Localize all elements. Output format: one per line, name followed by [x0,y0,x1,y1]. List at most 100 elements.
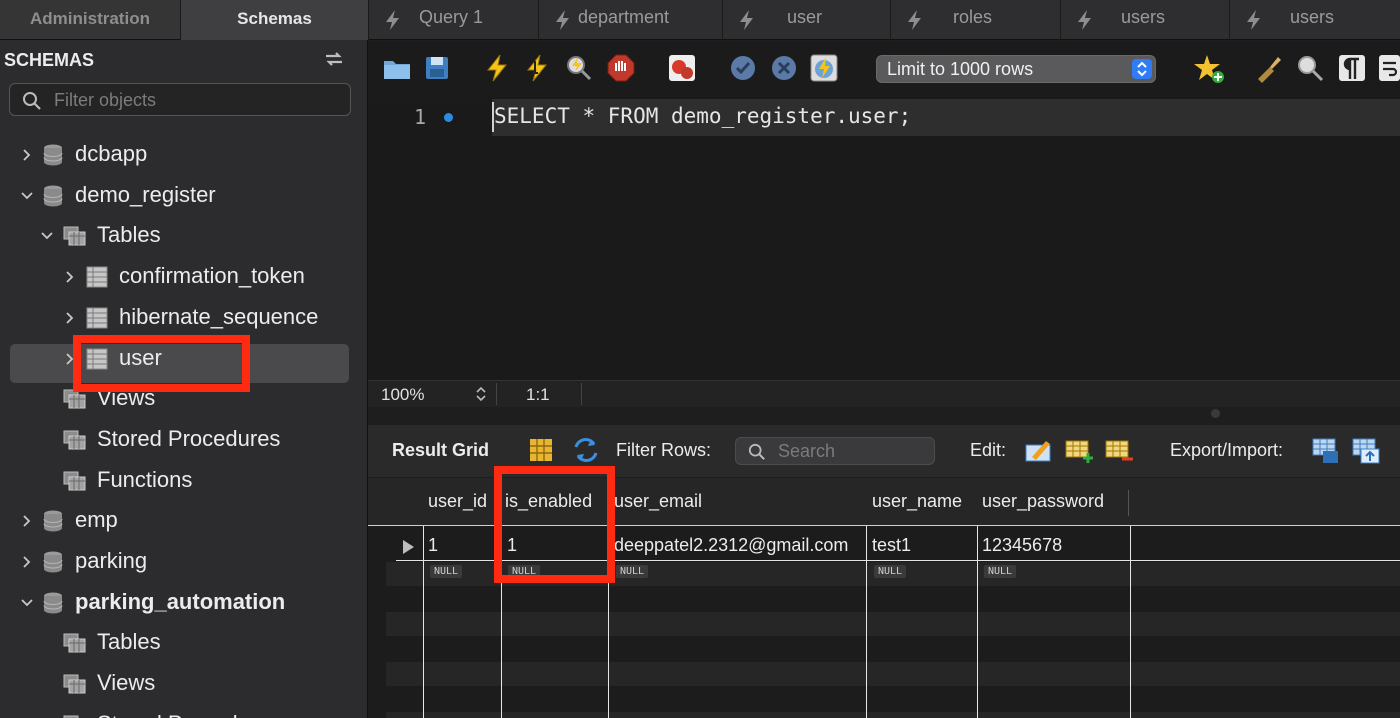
grid-stripe [386,712,1400,718]
execute-current-icon[interactable] [522,53,552,83]
schema-tree-item[interactable]: dcbapp [0,135,360,173]
lightning-icon [386,10,399,30]
schema-tree-item[interactable]: Tables [0,623,360,661]
insert-row-icon[interactable] [1064,435,1094,465]
refresh-icon[interactable] [322,48,346,70]
column-separator [866,526,867,718]
null-badge[interactable]: NULL [616,565,649,578]
delete-row-icon[interactable] [1104,435,1134,465]
cell-user-id[interactable]: 1 [428,535,438,556]
filter-objects-box[interactable] [9,83,351,116]
wrap-lines-icon[interactable] [1377,53,1400,83]
export-import-label: Export/Import: [1170,440,1284,460]
tab-label: roles [953,7,993,27]
import-icon[interactable] [1351,435,1381,465]
null-badge[interactable]: NULL [430,565,463,578]
column-separator [1130,526,1131,718]
null-badge[interactable]: NULL [984,565,1017,578]
column-header-user-name[interactable]: user_name [872,491,962,512]
zoom-stepper-icon[interactable] [474,384,488,404]
execute-icon[interactable] [482,53,512,83]
splitter-handle[interactable] [1211,409,1220,418]
grid-view-icon[interactable] [528,435,554,465]
schema-tree-item[interactable]: Stored Procedures [0,420,360,458]
schema-tree-item[interactable]: confirmation_token [0,257,360,295]
find-icon[interactable] [1295,53,1325,83]
database-icon [43,185,63,207]
filter-rows-input[interactable] [778,441,928,461]
editor-gutter: 1 [368,97,488,380]
chevron-down-icon[interactable] [40,229,54,243]
lightning-icon [908,10,921,30]
cell-user-name[interactable]: test1 [872,535,911,556]
tree-item-label: dcbapp [75,141,148,166]
toggle-error-stop-icon[interactable] [667,53,697,83]
tab-users[interactable]: users [1060,0,1229,40]
refresh-results-icon[interactable] [571,435,601,465]
tab-department[interactable]: department [538,0,722,40]
edit-row-icon[interactable] [1024,435,1054,465]
tab-schemas[interactable]: Schemas [181,0,368,40]
stop-icon[interactable] [606,53,636,83]
edit-label: Edit: [970,440,1007,460]
schema-tree-item[interactable]: Views [0,664,360,702]
chevron-down-icon[interactable] [20,189,34,203]
chevron-right-icon[interactable] [20,514,34,528]
invisible-chars-icon[interactable] [1337,53,1367,83]
tab-administration[interactable]: Administration [0,0,181,40]
column-header-user-id[interactable]: user_id [428,491,487,512]
cell-user-password[interactable]: 12345678 [982,535,1062,556]
commit-icon[interactable] [728,53,758,83]
schema-tree-item[interactable]: parking_automation [0,583,360,621]
column-header-user-email[interactable]: user_email [614,491,702,512]
folder-group-icon [63,471,86,491]
lightning-icon [556,10,569,30]
search-icon [748,443,765,460]
filter-objects-input[interactable] [54,89,344,111]
table-icon [86,307,108,329]
export-icon[interactable] [1311,435,1341,465]
tab-label: users [1290,7,1335,27]
schema-tree-item[interactable]: Tables [0,216,360,254]
tab-query-1[interactable]: Query 1 [368,0,538,40]
beautify-icon[interactable] [1254,53,1284,83]
row-limit-select[interactable]: Limit to 1000 rows [876,55,1156,83]
save-icon[interactable] [422,53,452,83]
chevron-right-icon[interactable] [63,311,77,325]
tree-item-label: Functions [97,466,193,492]
explain-icon[interactable] [564,53,594,83]
schema-tree-item[interactable]: Functions [0,461,360,499]
chevron-right-icon[interactable] [20,555,34,569]
folder-group-icon [63,674,86,694]
chevron-down-icon[interactable] [20,596,34,610]
schema-tree-item[interactable]: hibernate_sequence [0,298,360,336]
column-header-user-password[interactable]: user_password [982,491,1104,512]
autocommit-icon[interactable] [809,53,839,83]
tab-roles[interactable]: roles [890,0,1060,40]
tree-item-label: Tables [97,629,161,655]
result-grid-label[interactable]: Result Grid [392,440,489,461]
tree-item-label: Views [97,670,156,696]
schema-tree-item[interactable]: Stored Procedures [0,705,360,718]
schema-tree-item[interactable]: parking [0,542,360,580]
schema-tree-item[interactable]: demo_register [0,176,360,214]
rollback-icon[interactable] [769,53,799,83]
annotation-highlight-is-enabled [494,466,615,583]
filter-rows-search[interactable] [735,437,935,465]
column-separator [977,526,978,718]
chevron-right-icon[interactable] [20,148,34,162]
tab-user[interactable]: user [722,0,890,40]
sql-editor[interactable]: 1 SELECT * FROM demo_register.user; [368,97,1400,380]
folder-group-icon [63,715,79,718]
sql-statement[interactable]: SELECT * FROM demo_register.user; [494,104,911,128]
cell-user-email[interactable]: deeppatel2.2312@gmail.com [614,535,848,556]
null-badge[interactable]: NULL [874,565,907,578]
zoom-level[interactable]: 100% [381,385,424,405]
tab-users-2[interactable]: users [1229,0,1400,40]
chevron-right-icon[interactable] [63,270,77,284]
schema-tree-item[interactable]: emp [0,501,360,539]
open-folder-icon[interactable] [382,53,412,83]
schemas-header: SCHEMAS [4,50,95,70]
add-snippet-icon[interactable] [1194,53,1224,83]
tab-label: Query 1 [419,7,484,27]
